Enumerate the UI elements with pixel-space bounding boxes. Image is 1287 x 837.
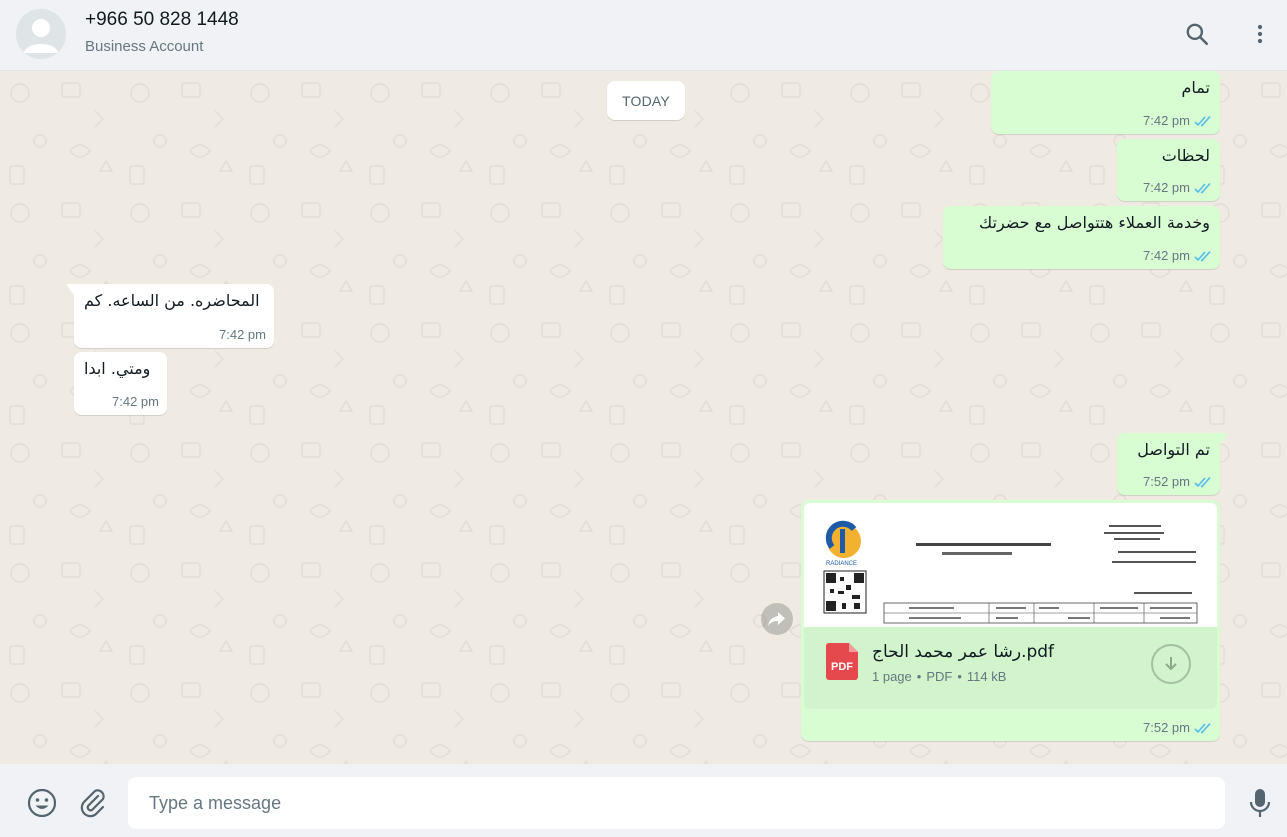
download-arrow-icon	[1165, 657, 1177, 671]
svg-text:RADIANCE: RADIANCE	[826, 561, 857, 567]
message-incoming[interactable]: المحاضره. من الساعه. كم 7:42 pm	[66, 284, 274, 348]
message-time: 7:52 pm	[1143, 720, 1190, 735]
contact-name[interactable]: +966 50 828 1448	[85, 9, 239, 31]
radiance-logo-icon	[825, 520, 861, 558]
search-button[interactable]	[1181, 18, 1213, 50]
microphone-icon	[1249, 789, 1271, 817]
message-outgoing[interactable]: وخدمة العملاء هتتواصل مع حضرتك 7:42 pm	[943, 206, 1220, 269]
message-outgoing[interactable]: تم التواصل 7:52 pm	[1117, 433, 1228, 495]
emoji-icon	[27, 788, 57, 818]
menu-kebab-icon	[1257, 24, 1263, 44]
document-size: 114 kB	[966, 669, 1007, 684]
download-button[interactable]	[1151, 644, 1191, 684]
message-document[interactable]: RADIANCE PDF رشا عمر محمد الحاج.pdf 1 pa…	[801, 500, 1220, 741]
message-input[interactable]	[128, 777, 1225, 829]
document-preview[interactable]: RADIANCE	[804, 503, 1217, 627]
document-file-info: 1 page • PDF • 114 kB	[872, 669, 1007, 684]
message-time: 7:42 pm	[1143, 113, 1190, 128]
message-text: وخدمة العملاء هتتواصل مع حضرتك	[979, 213, 1210, 232]
attach-icon	[80, 789, 105, 818]
svg-text:PDF: PDF	[831, 661, 853, 673]
message-composer	[0, 764, 1287, 837]
contact-subtitle: Business Account	[85, 38, 204, 55]
menu-button[interactable]	[1244, 18, 1276, 50]
double-check-read-icon	[1194, 182, 1211, 193]
message-outgoing[interactable]: تمام 7:42 pm	[991, 71, 1220, 134]
message-time: 7:42 pm	[1143, 248, 1190, 263]
default-avatar-icon	[16, 9, 66, 59]
voice-message-button[interactable]	[1243, 786, 1277, 820]
pdf-file-icon: PDF	[826, 643, 858, 680]
document-thumbnail: RADIANCE	[804, 503, 1217, 627]
message-time: 7:42 pm	[112, 394, 159, 409]
message-time: 7:42 pm	[1143, 180, 1190, 195]
attach-button[interactable]	[76, 786, 110, 820]
forward-icon	[768, 612, 785, 626]
document-pages: 1 page	[872, 669, 912, 684]
message-text: تمام	[1181, 78, 1210, 97]
document-file-name: رشا عمر محمد الحاج.pdf	[872, 642, 1055, 662]
message-incoming[interactable]: ومتي. ابدا 7:42 pm	[74, 352, 167, 415]
double-check-read-icon	[1194, 115, 1211, 126]
double-check-read-icon	[1194, 722, 1211, 733]
message-outgoing[interactable]: لحظات 7:42 pm	[1117, 139, 1220, 201]
search-icon	[1186, 23, 1209, 46]
qr-code-icon	[823, 570, 867, 614]
message-text: المحاضره. من الساعه. كم	[84, 291, 260, 310]
double-check-read-icon	[1194, 476, 1211, 487]
double-check-read-icon	[1194, 250, 1211, 261]
contact-avatar[interactable]	[16, 9, 66, 59]
message-text: تم التواصل	[1137, 440, 1210, 459]
message-text: ومتي. ابدا	[84, 359, 151, 378]
forward-button[interactable]	[761, 603, 793, 635]
date-separator: TODAY	[607, 81, 685, 120]
message-time: 7:42 pm	[219, 327, 266, 342]
document-type: PDF	[926, 669, 953, 684]
chat-header: +966 50 828 1448 Business Account	[0, 0, 1287, 71]
chat-panel[interactable]: TODAY تمام 7:42 pm لحظات 7:42 pm وخدمة ا…	[0, 71, 1287, 764]
document-file-card[interactable]: PDF رشا عمر محمد الحاج.pdf 1 page • PDF • 11…	[804, 627, 1217, 709]
message-time: 7:52 pm	[1143, 474, 1190, 489]
message-text: لحظات	[1161, 146, 1210, 165]
emoji-button[interactable]	[25, 786, 59, 820]
